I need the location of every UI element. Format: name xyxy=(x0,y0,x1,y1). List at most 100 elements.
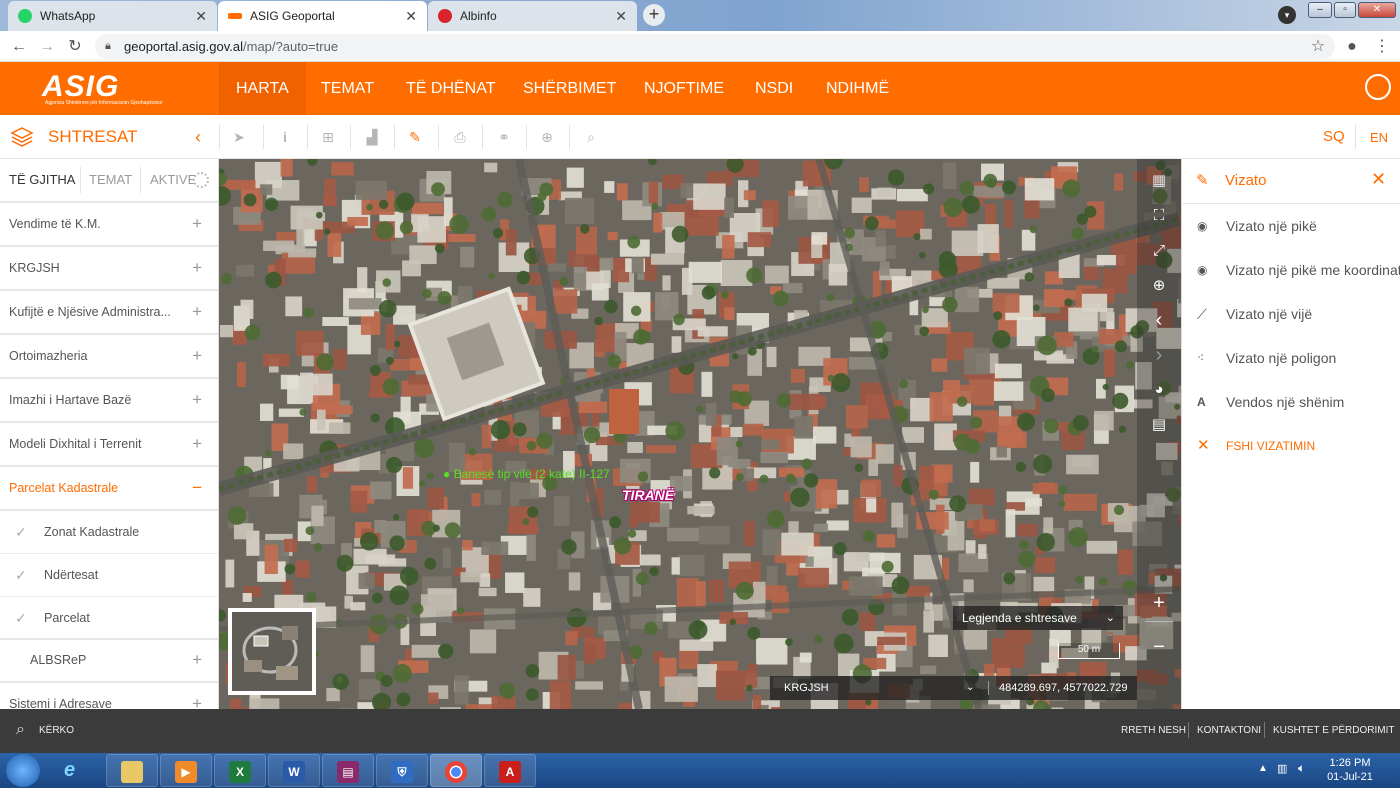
expand-icon[interactable]: + xyxy=(192,379,202,421)
layer-row[interactable]: KRGJSH + xyxy=(0,247,218,291)
close-tab-icon[interactable]: ✕ xyxy=(615,8,627,25)
network-icon[interactable]: ▥ xyxy=(1277,762,1287,775)
nav-nsdi[interactable]: NSDI xyxy=(738,62,810,115)
expand-icon[interactable]: + xyxy=(192,683,202,709)
asig-logo[interactable]: ASIG Agjencia Shtetërore për Informacion… xyxy=(42,70,163,108)
chart-icon[interactable]: ▟ xyxy=(362,127,382,147)
maximize-button[interactable]: ▫ xyxy=(1334,2,1356,18)
internet-explorer-icon[interactable]: e xyxy=(64,759,88,781)
sublayer-row[interactable]: ✓ Ndërtesat xyxy=(0,554,218,597)
collapse-icon[interactable]: − xyxy=(192,467,202,509)
close-icon[interactable]: ✕ xyxy=(1371,169,1386,190)
tab-whatsapp[interactable]: WhatsApp ✕ xyxy=(8,1,217,31)
footer-search-link[interactable]: KËRKO xyxy=(39,725,74,736)
draw-line-item[interactable]: ⟋ Vizato një vijë xyxy=(1182,292,1400,336)
chevron-down-icon[interactable]: ⌄ xyxy=(966,676,974,700)
search-icon[interactable]: ⌕ xyxy=(16,721,25,739)
layer-row[interactable]: ALBSReP + xyxy=(0,639,218,683)
zoom-out-button[interactable]: − xyxy=(1149,637,1169,657)
close-tab-icon[interactable]: ✕ xyxy=(405,8,417,25)
menu-kebab-icon[interactable]: ⋮ xyxy=(1372,37,1392,57)
back-icon[interactable]: ← xyxy=(9,37,29,57)
reload-icon[interactable]: ↻ xyxy=(65,37,85,57)
profile-dropdown-icon[interactable]: ▾ xyxy=(1278,6,1296,24)
system-clock[interactable]: 1:26 PM 01-Jul-21 xyxy=(1320,756,1380,784)
volume-icon[interactable]: 🔈︎ xyxy=(1298,761,1305,776)
expand-icon[interactable]: + xyxy=(192,335,202,377)
sublayer-row[interactable]: ✓ Zonat Kadastrale xyxy=(0,511,218,554)
grid-icon[interactable]: ▤ xyxy=(1149,415,1169,435)
basemap-icon[interactable]: ▦ xyxy=(1149,171,1169,191)
nav-ndihme[interactable]: NDIHMË xyxy=(809,62,906,115)
crs-select[interactable]: KRGJSH xyxy=(784,676,829,700)
draw-polygon-item[interactable]: ⁖ Vizato një poligon xyxy=(1182,336,1400,380)
globe-icon[interactable]: ◕ xyxy=(1149,380,1169,400)
clear-drawing-button[interactable]: ✕ FSHI VIZATIMIN xyxy=(1182,424,1400,468)
expand-icon[interactable]: + xyxy=(192,639,202,681)
close-window-button[interactable]: ✕ xyxy=(1358,2,1396,18)
taskbar-winrar[interactable]: ▤ xyxy=(322,754,374,787)
show-hidden-icons[interactable]: ▲ xyxy=(1258,763,1268,774)
nav-harta[interactable]: HARTA xyxy=(219,62,306,115)
sublayer-row[interactable]: ✓ Parcelat xyxy=(0,597,218,640)
tab-asig-geoportal[interactable]: ASIG Geoportal ✕ xyxy=(218,1,427,31)
annotation-item[interactable]: A Vendos një shënim xyxy=(1182,380,1400,424)
account-icon[interactable]: ● xyxy=(1342,37,1362,57)
layer-row[interactable]: Vendime të K.M. + xyxy=(0,203,218,247)
taskbar-acrobat[interactable]: A xyxy=(484,754,536,787)
previous-extent-icon[interactable]: ‹ xyxy=(1149,310,1169,330)
add-circle-icon[interactable]: ⊕ xyxy=(537,127,557,147)
layer-row[interactable]: Modeli Dixhital i Terrenit + xyxy=(0,423,218,467)
tab-albinfo[interactable]: Albinfo ✕ xyxy=(428,1,637,31)
legend-dropdown[interactable]: Legjenda e shtresave ⌄ xyxy=(953,606,1123,630)
footer-contact-link[interactable]: KONTAKTONI xyxy=(1197,725,1261,736)
bookmark-star-icon[interactable]: ☆ xyxy=(1308,37,1328,57)
expand-icon[interactable]: + xyxy=(192,291,202,333)
draw-point-coordinates-item[interactable]: ◉ Vizato një pikë me koordinata xyxy=(1182,248,1400,292)
tab-temat[interactable]: TEMAT xyxy=(89,159,132,201)
zoom-box-icon[interactable]: ⊕ xyxy=(1149,276,1169,296)
checkmark-icon[interactable]: ✓ xyxy=(15,554,27,596)
taskbar-security[interactable]: ⛨ xyxy=(376,754,428,787)
footer-terms-link[interactable]: KUSHTET E PËRDORIMIT xyxy=(1273,725,1395,736)
checkmark-icon[interactable]: ✓ xyxy=(15,597,27,639)
layer-row-parcelat-kadastrale[interactable]: Parcelat Kadastrale − xyxy=(0,467,218,511)
layer-row[interactable]: Sistemi i Adresave + xyxy=(0,683,218,709)
expand-icon[interactable]: + xyxy=(192,247,202,289)
plus-box-icon[interactable]: ⊞ xyxy=(318,127,338,147)
overview-minimap[interactable] xyxy=(228,608,316,695)
layer-row[interactable]: Ortoimazheria + xyxy=(0,335,218,379)
nav-njoftime[interactable]: NJOFTIME xyxy=(627,62,741,115)
footer-about-link[interactable]: RRETH NESH xyxy=(1121,725,1186,736)
info-icon[interactable]: i xyxy=(275,127,295,147)
fit-extent-icon[interactable]: ⛶ xyxy=(1149,206,1169,226)
forward-icon[interactable]: → xyxy=(37,37,57,57)
chevron-left-icon[interactable]: ‹ xyxy=(188,127,208,147)
taskbar-chrome[interactable] xyxy=(430,754,482,787)
user-account-icon[interactable] xyxy=(1365,74,1391,100)
tab-te-gjitha[interactable]: TË GJITHA xyxy=(9,159,75,201)
layer-row[interactable]: Imazhi i Hartave Bazë + xyxy=(0,379,218,423)
next-extent-icon[interactable]: › xyxy=(1149,345,1169,365)
link-icon[interactable]: ⚭ xyxy=(494,127,514,147)
print-icon[interactable]: ⎙ xyxy=(450,127,470,147)
lang-en-button[interactable]: EN xyxy=(1370,130,1388,145)
nav-sherbimet[interactable]: SHËRBIMET xyxy=(506,62,633,115)
nav-temat[interactable]: TEMAT xyxy=(304,62,391,115)
pointer-icon[interactable]: ➤ xyxy=(229,127,249,147)
fullscreen-icon[interactable]: ⤢ xyxy=(1149,241,1169,261)
taskbar-media-player[interactable]: ▶ xyxy=(160,754,212,787)
close-tab-icon[interactable]: ✕ xyxy=(195,8,207,25)
taskbar-excel[interactable]: X xyxy=(214,754,266,787)
expand-icon[interactable]: + xyxy=(192,423,202,465)
minimize-button[interactable]: – xyxy=(1308,2,1332,18)
layer-row[interactable]: Kufijtë e Njësive Administra... + xyxy=(0,291,218,335)
new-tab-button[interactable]: + xyxy=(643,4,665,26)
search-icon[interactable]: ⌕ xyxy=(581,127,601,147)
start-button[interactable] xyxy=(6,754,40,787)
edit-icon[interactable]: ✎ xyxy=(405,127,425,147)
lang-sq-button[interactable]: SQ xyxy=(1323,128,1345,145)
url-field[interactable]: 🔒︎ geoportal.asig.gov.al/map/?auto=true xyxy=(95,34,1335,59)
nav-te-dhenat[interactable]: TË DHËNAT xyxy=(389,62,512,115)
settings-icon[interactable] xyxy=(193,172,209,188)
